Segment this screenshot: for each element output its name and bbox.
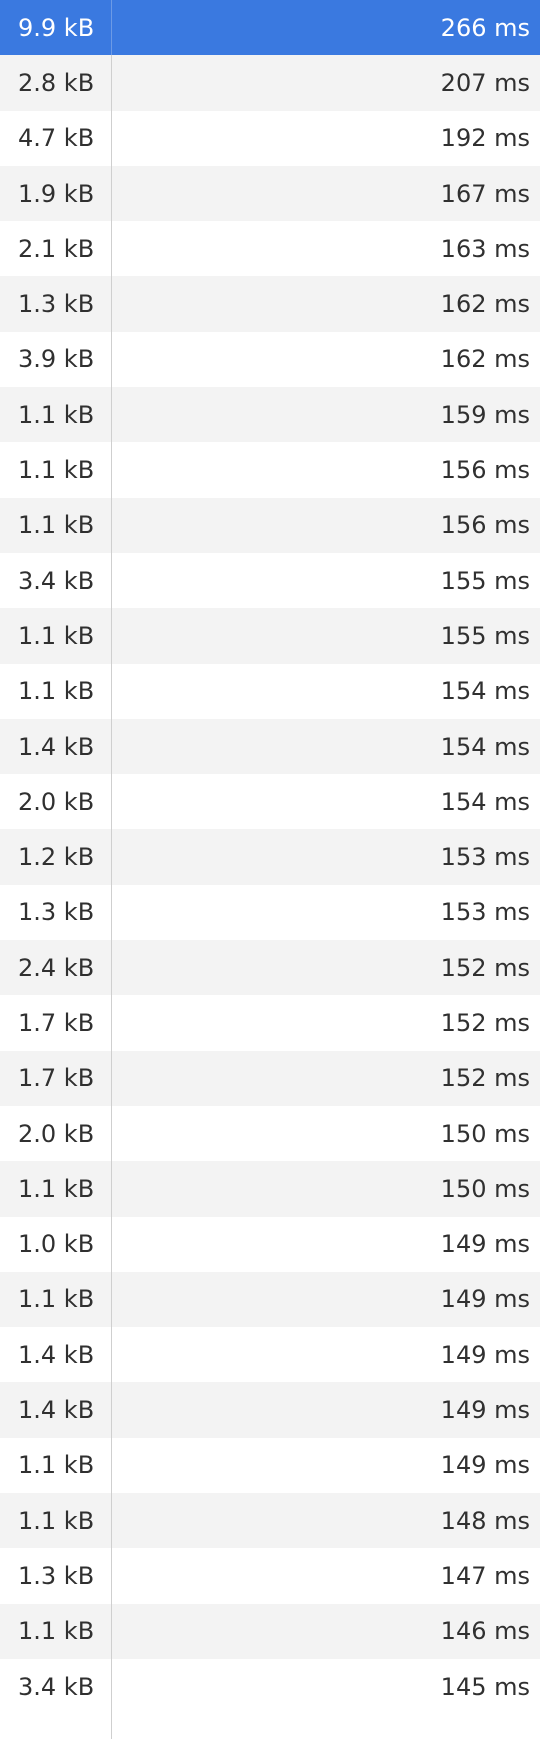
size-cell: 1.3 kB <box>0 1548 112 1604</box>
time-cell: 149 ms <box>440 1285 530 1314</box>
time-cell: 148 ms <box>440 1506 530 1535</box>
time-cell: 155 ms <box>440 621 530 650</box>
size-cell: 1.1 kB <box>0 1161 112 1217</box>
table-row[interactable]: 1.7 kB 152 ms <box>0 995 540 1051</box>
network-requests-table: 9.9 kB 266 ms 2.8 kB 207 ms 4.7 kB 192 ms 1.9 … <box>0 0 540 1739</box>
time-cell: 156 ms <box>440 456 530 485</box>
size-cell: 1.1 kB <box>0 442 112 498</box>
table-row[interactable]: 1.1 kB 156 ms <box>0 442 540 498</box>
time-cell: 154 ms <box>440 787 530 816</box>
time-cell: 152 ms <box>440 1008 530 1037</box>
size-cell: 2.0 kB <box>0 774 112 830</box>
size-cell: 3.4 kB <box>0 552 112 609</box>
table-row[interactable]: 3.9 kB 162 ms <box>0 331 540 388</box>
table-row[interactable]: 9.9 kB 266 ms <box>0 0 540 56</box>
time-cell: 149 ms <box>440 1230 530 1259</box>
time-cell: 154 ms <box>440 677 530 706</box>
size-cell: 1.7 kB <box>0 995 112 1051</box>
time-cell: 145 ms <box>440 1672 530 1701</box>
size-cell: 1.9 kB <box>0 165 112 222</box>
size-cell: 1.1 kB <box>0 387 112 443</box>
time-cell: 150 ms <box>440 1119 530 1148</box>
size-cell: 1.4 kB <box>0 718 112 775</box>
table-row[interactable]: 1.1 kB 148 ms <box>0 1493 540 1549</box>
time-cell: 152 ms <box>440 953 530 982</box>
table-row[interactable]: 3.4 kB 145 ms <box>0 1658 540 1715</box>
time-cell: 192 ms <box>440 124 530 153</box>
size-cell: 2.1 kB <box>0 221 112 277</box>
table-row[interactable]: 2.0 kB 154 ms <box>0 774 540 830</box>
time-cell: 162 ms <box>440 345 530 374</box>
table-row[interactable]: 2.0 kB 150 ms <box>0 1105 540 1162</box>
table-row[interactable]: 1.0 kB 149 ms <box>0 1216 540 1272</box>
time-cell: 163 ms <box>440 234 530 263</box>
time-cell: 149 ms <box>440 1451 530 1480</box>
table-body: 9.9 kB 266 ms 2.8 kB 207 ms 4.7 kB 192 ms 1.9 … <box>0 0 540 1715</box>
size-cell: 1.4 kB <box>0 1327 112 1383</box>
time-cell: 149 ms <box>440 1396 530 1425</box>
time-cell: 207 ms <box>440 68 530 97</box>
table-row[interactable]: 1.1 kB 149 ms <box>0 1271 540 1328</box>
table-tail <box>0 1714 540 1739</box>
size-cell: 1.1 kB <box>0 497 112 553</box>
size-cell: 1.1 kB <box>0 663 112 719</box>
time-cell: 155 ms <box>440 566 530 595</box>
table-row[interactable]: 1.2 kB 153 ms <box>0 829 540 885</box>
table-row[interactable]: 1.1 kB 156 ms <box>0 497 540 553</box>
size-cell: 1.0 kB <box>0 1216 112 1272</box>
table-row[interactable]: 2.8 kB 207 ms <box>0 55 540 111</box>
table-row[interactable]: 4.7 kB 192 ms <box>0 110 540 166</box>
size-cell: 1.1 kB <box>0 608 112 664</box>
size-cell: 1.1 kB <box>0 1493 112 1549</box>
size-cell: 1.1 kB <box>0 1271 112 1328</box>
size-cell: 4.7 kB <box>0 110 112 166</box>
time-cell: 149 ms <box>440 1340 530 1369</box>
time-cell: 167 ms <box>440 179 530 208</box>
table-row[interactable]: 1.1 kB 149 ms <box>0 1437 540 1494</box>
size-cell: 1.3 kB <box>0 276 112 332</box>
table-row[interactable]: 1.1 kB 159 ms <box>0 387 540 443</box>
table-row[interactable]: 1.1 kB 150 ms <box>0 1161 540 1217</box>
table-row[interactable]: 1.1 kB 154 ms <box>0 663 540 719</box>
size-cell: 3.4 kB <box>0 1658 112 1715</box>
table-row[interactable]: 1.3 kB 147 ms <box>0 1548 540 1604</box>
size-cell: 3.9 kB <box>0 331 112 388</box>
time-cell: 147 ms <box>440 1561 530 1590</box>
table-row[interactable]: 1.4 kB 149 ms <box>0 1327 540 1383</box>
table-row[interactable]: 1.4 kB 149 ms <box>0 1382 540 1438</box>
table-row[interactable]: 2.4 kB 152 ms <box>0 940 540 996</box>
size-cell: 1.4 kB <box>0 1382 112 1438</box>
table-row[interactable]: 1.9 kB 167 ms <box>0 165 540 222</box>
table-row[interactable]: 1.1 kB 146 ms <box>0 1603 540 1659</box>
size-cell: 1.1 kB <box>0 1603 112 1659</box>
table-row[interactable]: 2.1 kB 163 ms <box>0 221 540 277</box>
time-cell: 154 ms <box>440 732 530 761</box>
size-cell: 1.3 kB <box>0 884 112 941</box>
time-cell: 156 ms <box>440 511 530 540</box>
time-cell: 162 ms <box>440 290 530 319</box>
time-cell: 152 ms <box>440 1064 530 1093</box>
table-row[interactable]: 1.3 kB 162 ms <box>0 276 540 332</box>
size-cell: 1.1 kB <box>0 1437 112 1494</box>
time-cell: 150 ms <box>440 1174 530 1203</box>
size-cell: 1.2 kB <box>0 829 112 885</box>
time-cell: 153 ms <box>440 843 530 872</box>
time-cell: 153 ms <box>440 898 530 927</box>
table-row[interactable]: 1.4 kB 154 ms <box>0 718 540 775</box>
size-cell: 2.4 kB <box>0 940 112 996</box>
size-cell: 2.0 kB <box>0 1105 112 1162</box>
time-cell: 159 ms <box>440 400 530 429</box>
table-row[interactable]: 1.7 kB 152 ms <box>0 1050 540 1106</box>
size-column-divider <box>0 1714 112 1739</box>
size-cell: 2.8 kB <box>0 55 112 111</box>
table-row[interactable]: 1.1 kB 155 ms <box>0 608 540 664</box>
table-row[interactable]: 1.3 kB 153 ms <box>0 884 540 941</box>
table-row[interactable]: 3.4 kB 155 ms <box>0 552 540 609</box>
time-cell: 146 ms <box>440 1617 530 1646</box>
size-cell: 1.7 kB <box>0 1050 112 1106</box>
time-cell: 266 ms <box>440 13 530 42</box>
size-cell: 9.9 kB <box>0 0 112 56</box>
